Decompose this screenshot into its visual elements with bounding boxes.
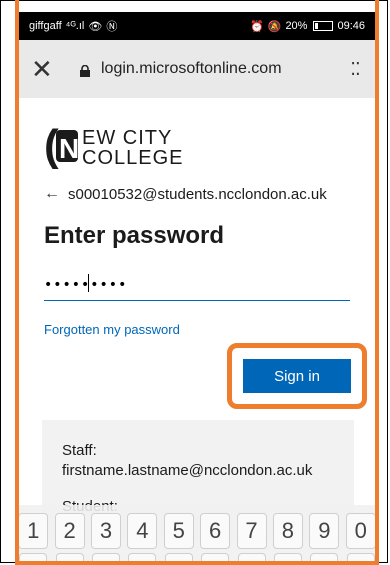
orange-frame	[15, 0, 379, 565]
